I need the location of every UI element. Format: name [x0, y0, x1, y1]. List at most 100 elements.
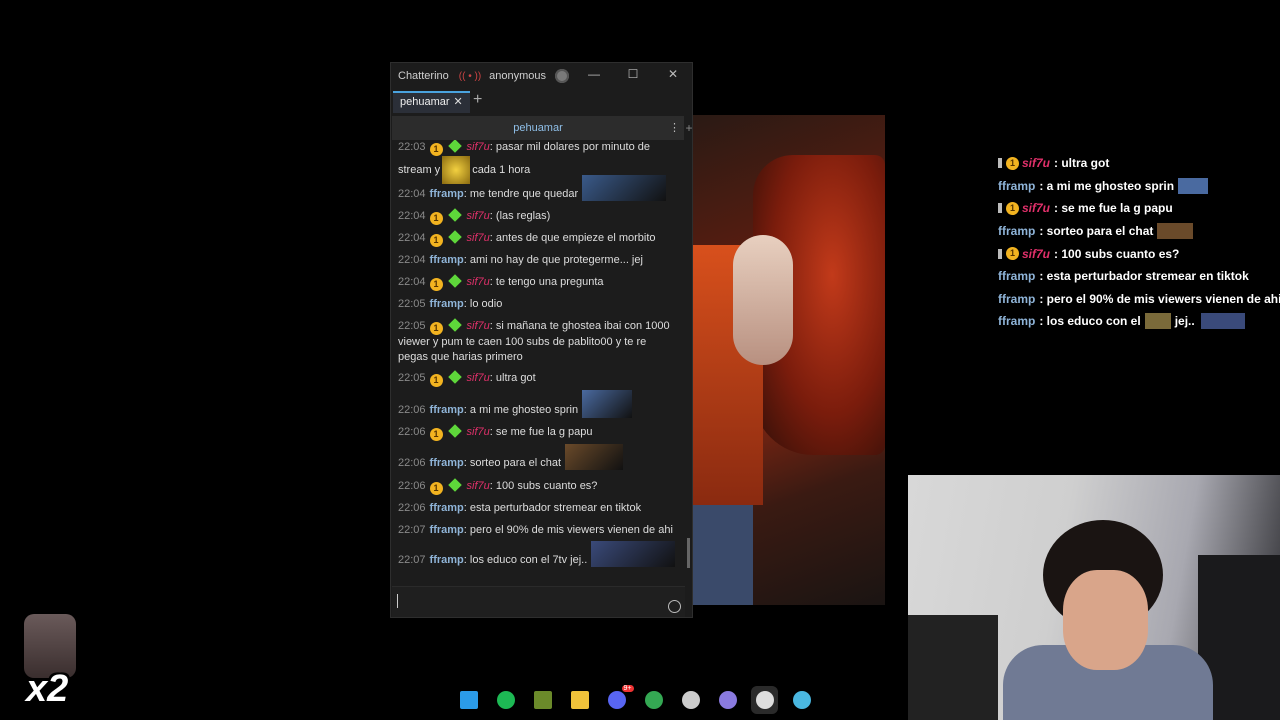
overlay-username: sif7u	[1022, 201, 1051, 216]
gear-icon[interactable]	[555, 69, 570, 83]
message-timestamp: 22:04	[398, 232, 426, 244]
scrollbar-thumb[interactable]	[687, 538, 690, 568]
chat-message[interactable]: 22:05 1 sif7u: ultra got	[398, 370, 678, 387]
multiplier-text: x2	[26, 668, 69, 710]
message-timestamp: 22:05	[398, 320, 426, 332]
chat-message[interactable]: 22:04 1 sif7u: (las reglas)	[398, 208, 678, 225]
message-username[interactable]: sif7u	[467, 480, 490, 492]
message-username[interactable]: fframp	[430, 554, 464, 566]
live-broadcast-icon[interactable]: (( • ))	[459, 71, 481, 82]
chat-message[interactable]: 22:06 fframp: sorteo para el chat	[398, 444, 678, 471]
chatterino-icon[interactable]	[751, 686, 778, 714]
message-username[interactable]: fframp	[430, 502, 464, 514]
message-username[interactable]: sif7u	[467, 276, 490, 288]
overlay-message: fframp: esta perturbador stremear en tik…	[998, 265, 1268, 288]
minimize-button[interactable]: —	[584, 67, 604, 83]
overlay-text: jej..	[1174, 314, 1195, 329]
message-input[interactable]: ☺	[392, 586, 685, 617]
message-username[interactable]: sif7u	[467, 426, 490, 438]
scrollbar[interactable]	[687, 140, 690, 586]
message-username[interactable]: sif7u	[467, 141, 490, 153]
add-tab-button[interactable]: +	[473, 91, 482, 109]
discord-icon-glyph: 9+	[607, 685, 634, 709]
message-username[interactable]: sif7u	[467, 372, 490, 384]
streamlabs-icon[interactable]	[788, 686, 815, 714]
overlay-text: : ultra got	[1054, 156, 1110, 171]
chat-message[interactable]: 22:05 fframp: lo odio	[398, 297, 678, 312]
message-text: antes de que empieze el morbito	[495, 232, 656, 244]
message-list[interactable]: 22:03 1 sif7u: pasar mil dolares por minut…	[398, 140, 680, 586]
emote-image[interactable]	[591, 541, 676, 568]
message-timestamp: 22:06	[398, 403, 426, 416]
tab-close-icon[interactable]: ✕	[454, 96, 463, 108]
overlay-text: : se me fue la g papu	[1054, 201, 1173, 216]
message-username[interactable]: fframp	[430, 298, 464, 310]
taskbar: 9+	[455, 682, 825, 718]
discord-icon[interactable]: 9+	[603, 685, 634, 714]
message-timestamp: 22:04	[398, 276, 426, 288]
overlay-username: fframp	[998, 269, 1036, 284]
chat-message[interactable]: 22:06 1 sif7u: 100 subs cuanto es?	[398, 478, 678, 495]
message-username[interactable]: fframp	[430, 254, 464, 266]
chat-message[interactable]: 22:04 1 sif7u: antes de que empieze el mor…	[398, 230, 678, 247]
badge-bar-icon	[998, 158, 1002, 169]
chat-message[interactable]: 22:04 fframp: ami no hay de que protegerm…	[398, 253, 678, 268]
account-name[interactable]: anonymous	[489, 70, 546, 82]
chrome-icon[interactable]	[640, 686, 667, 714]
chat-message[interactable]: 22:06 fframp: esta perturbador stremear e…	[398, 501, 678, 516]
message-username[interactable]: sif7u	[467, 232, 490, 244]
message-timestamp: 22:04	[398, 210, 426, 222]
message-username[interactable]: fframp	[430, 188, 464, 200]
overlay-text: : 100 subs cuanto es?	[1054, 246, 1180, 261]
message-username[interactable]: sif7u	[467, 320, 490, 332]
stream-chat-overlay: 1 sif7u : ultra got fframp : a mi me ghosteo…	[998, 152, 1280, 333]
emoji-icon[interactable]: ☺	[668, 600, 681, 613]
overlay-message: fframp: los educo con el jej..	[998, 310, 1268, 333]
chat-message[interactable]: 22:06 1 sif7u: se me fue la g papu	[398, 424, 678, 441]
overlay-message: fframp: sorteo para el chat	[998, 220, 1268, 243]
sparkle-badge-icon	[447, 318, 462, 332]
badge-1-icon: 1	[1006, 247, 1019, 261]
tab-bar: pehuamar ✕ +	[391, 89, 692, 113]
chat-message[interactable]: 22:07 fframp: los educo con el 7tv jej..	[398, 541, 678, 568]
emote-image[interactable]	[565, 444, 624, 471]
spotify-icon[interactable]	[492, 686, 519, 714]
chat-message[interactable]: 22:06 fframp: a mi me ghosteo sprin	[398, 390, 678, 418]
channel-name: pehuamar	[513, 122, 563, 134]
tab-pehuamar[interactable]: pehuamar ✕	[393, 91, 470, 113]
message-timestamp: 22:03	[398, 141, 426, 153]
chat-message[interactable]: 22:04 1 sif7u: te tengo una pregunta	[398, 274, 678, 291]
obs-icon[interactable]	[677, 686, 704, 714]
emote-image	[1144, 313, 1171, 330]
more-options-icon[interactable]: ⋮	[669, 116, 680, 140]
overlay-text: : a mi me ghosteo sprin	[1039, 178, 1175, 193]
title-bar[interactable]: Chatterino (( • )) anonymous — ☐ ✕	[391, 63, 692, 89]
text-caret	[397, 594, 398, 608]
message-username[interactable]: sif7u	[467, 210, 490, 222]
message-text: te tengo una pregunta	[495, 276, 604, 288]
message-username[interactable]: fframp	[430, 524, 464, 536]
chat-message[interactable]: 22:07 fframp: pero el 90% de mis viewers …	[398, 523, 678, 538]
overlay-text: : pero el 90% de mis viewers vienen de a…	[1039, 291, 1280, 306]
chat-message[interactable]: 22:05 1 sif7u: si mañana te ghostea ibai c…	[398, 318, 678, 365]
message-text: a mi me ghosteo sprin	[469, 403, 579, 416]
emote-image[interactable]	[442, 156, 471, 184]
sparkle-badge-icon	[447, 478, 462, 492]
emote-image[interactable]	[582, 175, 667, 202]
chat-bubble-icon[interactable]	[714, 686, 741, 714]
message-username[interactable]: fframp	[430, 457, 464, 469]
emote-image[interactable]	[582, 390, 633, 418]
close-button[interactable]: ✕	[663, 67, 683, 83]
add-split-button[interactable]: +	[684, 116, 694, 140]
webcam-chair	[908, 615, 998, 720]
minecraft-icon[interactable]	[529, 686, 556, 714]
message-text-line: viewer y pum te caen 100 subs de pablito…	[398, 336, 647, 348]
file-explorer-icon[interactable]	[566, 686, 593, 714]
chat-message[interactable]: 22:04 fframp: me tendre que quedar	[398, 175, 678, 202]
message-username[interactable]: fframp	[430, 404, 464, 416]
windows-start-icon[interactable]	[455, 686, 482, 714]
message-timestamp: 22:06	[398, 480, 426, 492]
channel-header[interactable]: pehuamar ⋮	[392, 116, 684, 140]
maximize-button[interactable]: ☐	[623, 67, 643, 83]
overlay-text: : los educo con el	[1039, 314, 1141, 329]
